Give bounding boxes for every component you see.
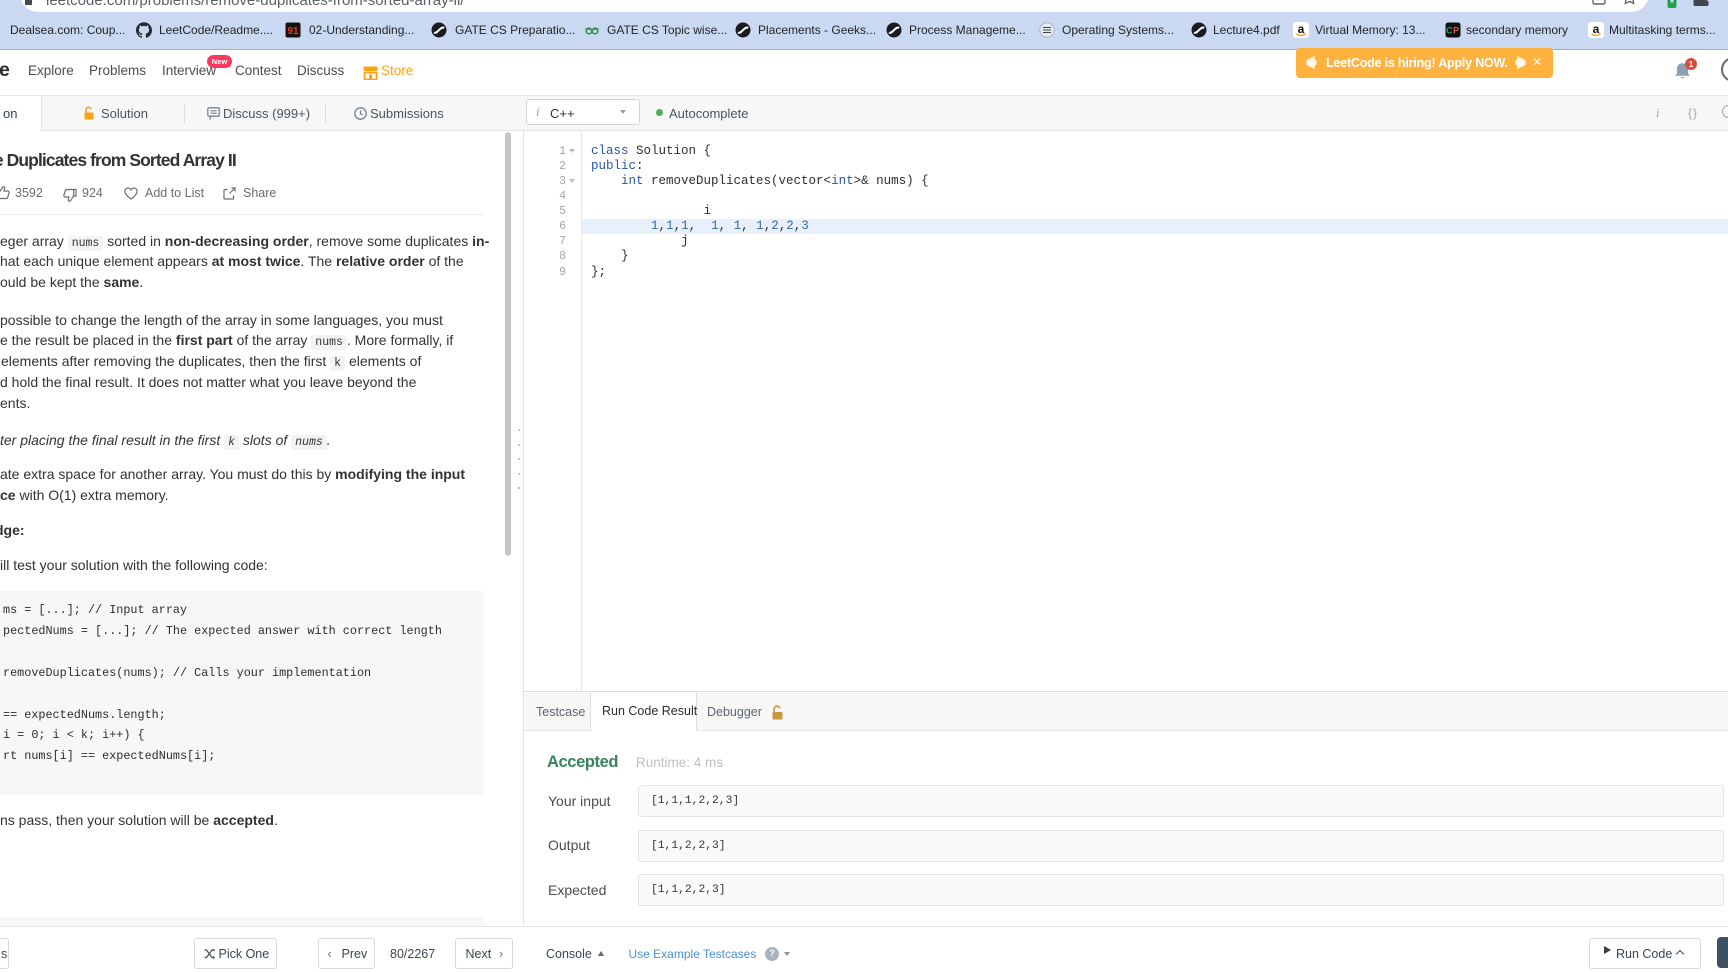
svg-text:91: 91 [287,26,299,37]
svg-text:a: a [1298,22,1305,36]
svg-text:C: C [1446,26,1453,36]
svg-text:P: P [1453,26,1459,36]
svg-text:a: a [1593,22,1600,36]
